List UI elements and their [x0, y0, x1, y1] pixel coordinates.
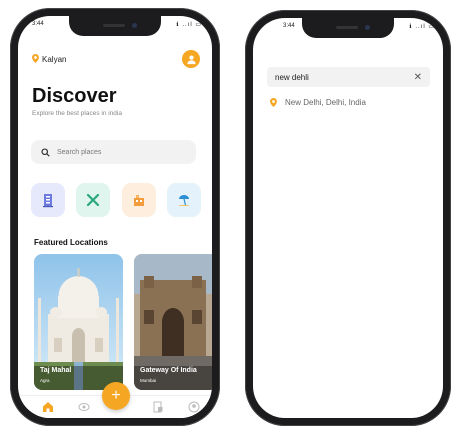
search-result-item[interactable]: New Delhi, Delhi, India [270, 98, 366, 107]
hotel-icon [133, 195, 144, 206]
category-list [31, 183, 201, 217]
explore-icon[interactable] [78, 401, 90, 413]
location-card-taj-mahal[interactable]: Taj Mahal Agra [34, 254, 123, 390]
category-buildings[interactable] [31, 183, 65, 217]
profile-avatar[interactable] [182, 50, 200, 68]
profile-nav-icon[interactable] [188, 401, 200, 413]
location-pin-icon [32, 54, 39, 65]
phone-notch [69, 16, 161, 36]
phone-notch [302, 18, 394, 38]
building-icon [43, 194, 53, 208]
category-beach[interactable] [166, 183, 201, 217]
phone-frame-discover: 3:44 ℹ ..ıl ▭ Kalyan Discover Explore th… [10, 8, 220, 426]
search-input[interactable]: Search places [31, 140, 196, 164]
card-title: Taj Mahal [40, 367, 72, 374]
add-button[interactable]: + [102, 382, 130, 410]
status-time: 3:44 [32, 21, 44, 27]
discover-screen: 3:44 ℹ ..ıl ▭ Kalyan Discover Explore th… [18, 16, 212, 418]
search-icon [41, 147, 50, 157]
location-label: Kalyan [42, 55, 67, 64]
page-subtitle: Explore the best places in india [32, 110, 122, 117]
location-selector[interactable]: Kalyan [32, 54, 66, 65]
home-icon[interactable] [42, 401, 54, 413]
search-input[interactable]: new dehli ✕ [267, 67, 430, 87]
search-result-label: New Delhi, Delhi, India [285, 98, 366, 107]
tools-icon [87, 193, 100, 207]
search-query[interactable]: new dehli [275, 73, 309, 82]
card-title: Gateway Of India [140, 367, 197, 374]
card-location: Mumbai [140, 378, 157, 383]
page-title: Discover [32, 85, 117, 107]
status-icons: ℹ ..ıl ▭ [176, 22, 202, 28]
search-placeholder: Search places [57, 148, 102, 156]
beach-icon [177, 195, 190, 206]
category-food[interactable] [76, 183, 111, 217]
category-hotels[interactable] [121, 183, 156, 217]
status-time: 3:44 [283, 23, 295, 29]
user-icon [186, 55, 196, 64]
card-location: Agra [40, 378, 50, 383]
close-icon[interactable]: ✕ [414, 72, 422, 83]
bookings-icon[interactable] [152, 401, 164, 413]
location-pin-icon [270, 98, 277, 107]
featured-heading: Featured Locations [34, 238, 108, 247]
location-card-gateway-of-india[interactable]: Gateway Of India Mumbai [134, 254, 212, 390]
phone-frame-search: 3:44 ℹ ..ıl ▭ new dehli ✕ New Delhi, Del… [245, 10, 451, 426]
search-screen: 3:44 ℹ ..ıl ▭ new dehli ✕ New Delhi, Del… [253, 18, 443, 418]
status-icons: ℹ ..ıl ▭ [409, 24, 435, 30]
